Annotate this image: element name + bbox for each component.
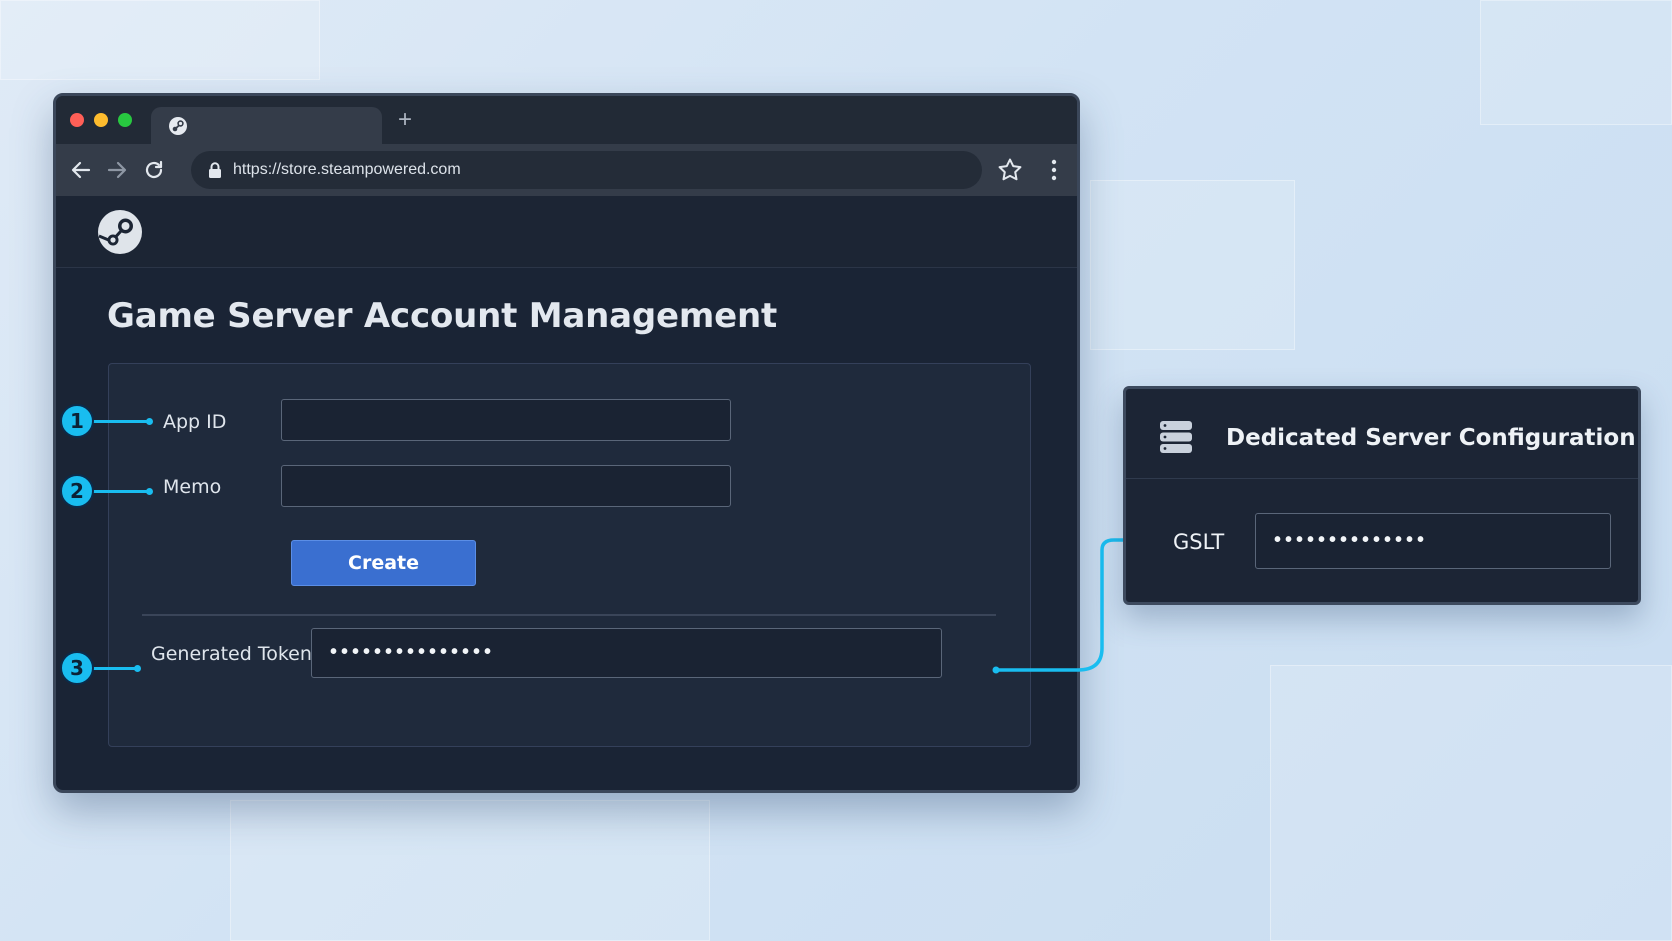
app-id-label: App ID — [163, 411, 227, 433]
steam-icon[interactable] — [97, 209, 143, 255]
gslt-value: •••••••••••••• — [1274, 529, 1429, 551]
gslt-input[interactable]: •••••••••••••• — [1255, 513, 1611, 569]
config-panel-title: Dedicated Server Configuration — [1226, 425, 1636, 451]
address-bar[interactable]: https://store.steampowered.com — [191, 151, 982, 189]
background-pane — [0, 0, 320, 80]
app-id-input[interactable] — [281, 399, 731, 441]
callout-badge-3: 3 — [60, 651, 94, 685]
url-text: https://store.steampowered.com — [233, 161, 461, 178]
reload-icon[interactable] — [142, 158, 166, 182]
callout-badge-1: 1 — [60, 404, 94, 438]
create-button[interactable]: Create — [291, 540, 476, 586]
more-vert-icon[interactable] — [1049, 157, 1059, 183]
callout-leader — [92, 490, 147, 493]
callout-leader-dot — [146, 488, 153, 495]
generated-token-label: Generated Token — [151, 643, 312, 665]
back-arrow-icon[interactable] — [69, 158, 93, 182]
callout-leader-dot — [134, 665, 141, 672]
callout-leader — [92, 420, 147, 423]
divider — [142, 614, 996, 616]
callout-leader-dot — [146, 418, 153, 425]
forward-arrow-icon[interactable] — [105, 158, 129, 182]
callout-leader — [92, 667, 136, 670]
page-title: Game Server Account Management — [107, 296, 778, 336]
browser-toolbar: https://store.steampowered.com — [56, 144, 1077, 196]
memo-input[interactable] — [281, 465, 731, 507]
star-icon[interactable] — [997, 157, 1023, 183]
tab-strip: + — [56, 96, 1077, 144]
close-window-button[interactable] — [70, 113, 84, 127]
background-pane — [1480, 0, 1672, 125]
background-pane — [1090, 180, 1295, 350]
new-tab-button[interactable]: + — [398, 108, 412, 132]
background-pane — [230, 800, 710, 941]
generated-token-value: ••••••••••••••• — [330, 641, 496, 663]
gslt-label: GSLT — [1173, 530, 1225, 554]
server-stack-icon — [1160, 421, 1192, 453]
site-header — [56, 196, 1077, 268]
minimize-window-button[interactable] — [94, 113, 108, 127]
callout-badge-2: 2 — [60, 474, 94, 508]
browser-tab[interactable] — [151, 107, 382, 144]
config-panel-header: Dedicated Server Configuration — [1126, 389, 1638, 479]
browser-window: + https://store.steampowered.com Game Se… — [53, 93, 1080, 793]
form-panel: App ID Memo Create Generated Token •••••… — [108, 363, 1031, 747]
server-config-panel: Dedicated Server Configuration GSLT ••••… — [1123, 386, 1641, 605]
lock-icon — [209, 162, 221, 178]
generated-token-field[interactable]: ••••••••••••••• — [311, 628, 942, 678]
background-pane — [1270, 665, 1672, 941]
memo-label: Memo — [163, 476, 222, 498]
maximize-window-button[interactable] — [118, 113, 132, 127]
steam-icon — [169, 117, 187, 135]
